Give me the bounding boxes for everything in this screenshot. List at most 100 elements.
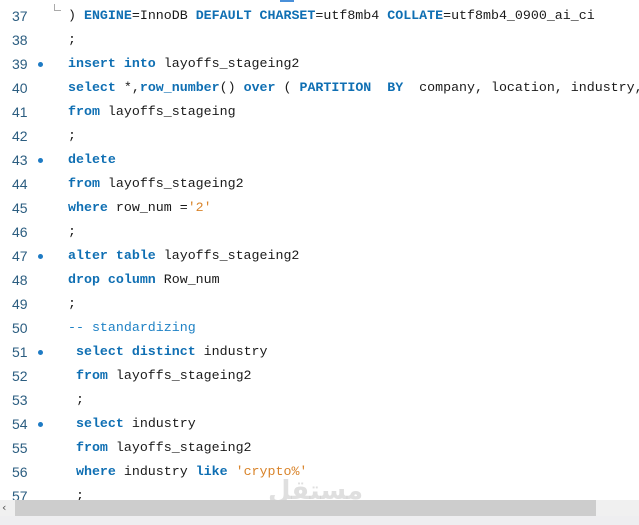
- code-text: -- standardizing: [68, 316, 196, 340]
- code-line[interactable]: 50 -- standardizing: [0, 316, 639, 340]
- code-token: layoffs_stageing2: [155, 248, 300, 263]
- keyword: from: [68, 176, 100, 191]
- keyword: COLLATE: [387, 8, 444, 23]
- code-token: industry: [115, 464, 196, 479]
- line-number: 52: [12, 368, 28, 384]
- code-text: from layoffs_stageing2: [68, 436, 252, 460]
- code-line[interactable]: 41 from layoffs_stageing: [0, 100, 639, 124]
- code-text: ;: [68, 388, 84, 412]
- keyword: select distinct: [75, 344, 196, 359]
- code-token: layoffs_stageing2: [107, 440, 252, 455]
- code-line[interactable]: 39 insert into layoffs_stageing2: [0, 52, 639, 76]
- string-literal: '2': [187, 200, 212, 215]
- code-token: (): [219, 80, 244, 95]
- code-line[interactable]: 37 ) ENGINE=InnoDB DEFAULT CHARSET=utf8mb…: [0, 4, 639, 28]
- code-line[interactable]: 42;: [0, 124, 639, 148]
- code-line[interactable]: 54 select industry: [0, 412, 639, 436]
- cursor-marker: [280, 0, 294, 2]
- code-line[interactable]: 53 ;: [0, 388, 639, 412]
- line-number: 50: [12, 320, 28, 336]
- code-token: =utf8mb4_0900_ai_ci: [443, 8, 595, 23]
- fold-guide-icon: [54, 4, 61, 11]
- keyword: drop column: [68, 272, 156, 287]
- statement-marker-icon[interactable]: [38, 158, 43, 163]
- code-text: ;: [68, 484, 84, 500]
- code-text: drop column Row_num: [68, 268, 220, 292]
- line-number: 48: [12, 272, 28, 288]
- line-number: 55: [12, 440, 28, 456]
- code-token: layoffs_stageing2: [155, 56, 300, 71]
- code-line[interactable]: 44 from layoffs_stageing2: [0, 172, 639, 196]
- line-number: 49: [12, 296, 28, 312]
- code-text: from layoffs_stageing2: [68, 364, 252, 388]
- code-text: select industry: [68, 412, 196, 436]
- code-token: =InnoDB: [131, 8, 196, 23]
- line-number: 40: [12, 80, 28, 96]
- code-text: select distinct industry: [68, 340, 268, 364]
- keyword: delete: [68, 152, 116, 167]
- line-number: 41: [12, 104, 28, 120]
- code-token: (: [275, 80, 300, 95]
- code-line[interactable]: 45 where row_num ='2': [0, 196, 639, 220]
- line-number: 46: [12, 224, 28, 240]
- line-number: 44: [12, 176, 28, 192]
- code-line[interactable]: 55 from layoffs_stageing2: [0, 436, 639, 460]
- scroll-left-icon[interactable]: ‹: [2, 500, 6, 516]
- keyword: select: [68, 80, 116, 95]
- code-token: ;: [75, 392, 84, 407]
- code-text: from layoffs_stageing: [68, 100, 236, 124]
- scrollbar-thumb[interactable]: [15, 500, 596, 516]
- keyword: row_number: [139, 80, 220, 95]
- code-token: layoffs_stageing2: [107, 368, 252, 383]
- code-text: alter table layoffs_stageing2: [68, 244, 299, 268]
- code-text: ) ENGINE=InnoDB DEFAULT CHARSET=utf8mb4 …: [68, 4, 595, 28]
- code-line[interactable]: 43 delete: [0, 148, 639, 172]
- code-line[interactable]: 48 drop column Row_num: [0, 268, 639, 292]
- code-line[interactable]: 49;: [0, 292, 639, 316]
- keyword: where: [75, 464, 116, 479]
- line-number: 45: [12, 200, 28, 216]
- code-text: ;: [68, 220, 76, 244]
- code-text: from layoffs_stageing2: [68, 172, 244, 196]
- statement-marker-icon[interactable]: [38, 422, 43, 427]
- code-token: company, location, industry, total_laid_…: [419, 80, 639, 95]
- statement-marker-icon[interactable]: [38, 254, 43, 259]
- keyword: from: [68, 104, 100, 119]
- code-token: ;: [68, 32, 76, 47]
- code-token: ): [68, 8, 84, 23]
- code-line[interactable]: 52 from layoffs_stageing2: [0, 364, 639, 388]
- code-text: where row_num ='2': [68, 196, 212, 220]
- line-number: 38: [12, 32, 28, 48]
- code-line[interactable]: 46;: [0, 220, 639, 244]
- code-text: ;: [68, 292, 76, 316]
- sql-editor[interactable]: 37 ) ENGINE=InnoDB DEFAULT CHARSET=utf8mb…: [0, 4, 639, 500]
- statement-marker-icon[interactable]: [38, 62, 43, 67]
- code-token: layoffs_stageing2: [99, 176, 244, 191]
- code-token: Row_num: [155, 272, 220, 287]
- keyword: PARTITION BY: [299, 80, 404, 95]
- code-line[interactable]: 38;: [0, 28, 639, 52]
- horizontal-scrollbar[interactable]: ‹: [0, 500, 639, 516]
- keyword: over: [243, 80, 276, 95]
- code-token: industry: [123, 416, 196, 431]
- keyword: from: [75, 440, 108, 455]
- keyword: alter table: [68, 248, 156, 263]
- keyword: select: [75, 416, 124, 431]
- code-line[interactable]: 51 select distinct industry: [0, 340, 639, 364]
- code-token: *,: [115, 80, 140, 95]
- code-line[interactable]: 47 alter table layoffs_stageing2: [0, 244, 639, 268]
- keyword: from: [75, 368, 108, 383]
- line-number: 42: [12, 128, 28, 144]
- keyword: insert into: [68, 56, 156, 71]
- statement-marker-icon[interactable]: [38, 350, 43, 355]
- keyword: ENGINE: [83, 8, 132, 23]
- line-number: 37: [12, 8, 28, 24]
- code-line[interactable]: 40 select *,row_number() over ( PARTITION…: [0, 76, 639, 100]
- code-text: delete: [68, 148, 116, 172]
